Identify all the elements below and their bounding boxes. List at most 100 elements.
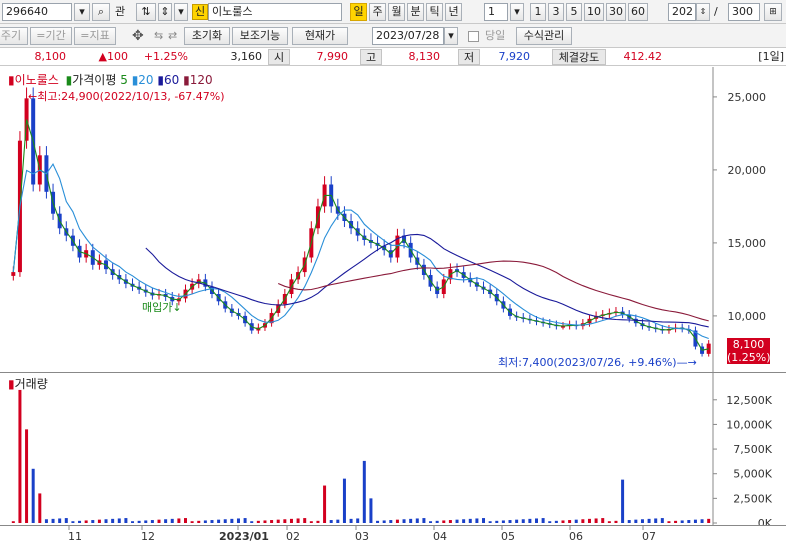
volume-bar: [541, 518, 545, 523]
volume-bar: [91, 520, 95, 523]
period-button-0[interactable]: 일: [350, 3, 367, 21]
period-button-2[interactable]: 월: [388, 3, 405, 21]
count-spinner-icon[interactable]: ⇕: [696, 3, 710, 21]
stock-name-field[interactable]: 이노룰스: [208, 3, 342, 21]
range-button[interactable]: =기간: [30, 27, 72, 45]
volume-bar: [660, 518, 664, 523]
legend-ma-120: 120: [189, 73, 213, 87]
high-label: 고: [360, 49, 382, 65]
code-dropdown-button[interactable]: ▾: [74, 3, 90, 21]
volume-bar: [336, 519, 340, 523]
date-tick-label: 12: [141, 530, 155, 543]
volume-bar: [329, 520, 333, 523]
minute-button-10[interactable]: 10: [584, 3, 604, 21]
minute-button-1[interactable]: 1: [530, 3, 546, 21]
volume-tick-label: 2,500K: [733, 492, 772, 505]
low-price: 7,920: [498, 50, 531, 63]
volume-bar: [607, 521, 611, 523]
crosshair-move-icon[interactable]: ✥: [132, 27, 144, 45]
volume-bar: [250, 521, 254, 523]
volume-bar: [627, 520, 631, 523]
volume-chart[interactable]: 12,500K 10,000K 7,500K 5,000K 2,500K 0K: [0, 373, 786, 530]
period-badge[interactable]: [1일]: [740, 49, 784, 65]
volume-bar: [296, 518, 300, 523]
price-chart[interactable]: 25,000 20,000 15,000 10,000: [0, 67, 786, 373]
volume-bar: [601, 518, 605, 523]
interval-input[interactable]: 1: [484, 3, 508, 21]
volume-bar: [482, 518, 486, 523]
volume-bar: [508, 520, 512, 523]
count-input[interactable]: 202: [668, 3, 696, 21]
interval-dropdown-icon[interactable]: ▾: [510, 3, 524, 21]
legend-marker-icon: ▮: [8, 73, 15, 87]
period-button-5[interactable]: 년: [445, 3, 462, 21]
date-input[interactable]: 2023/07/28: [372, 27, 444, 45]
minute-button-60[interactable]: 60: [628, 3, 648, 21]
cycle-button[interactable]: 주기: [0, 27, 28, 45]
current-price-button[interactable]: 현재가: [292, 27, 348, 45]
volume-bar: [581, 519, 585, 523]
volume-legend: ▮거래량: [8, 375, 48, 392]
minute-button-3[interactable]: 3: [548, 3, 564, 21]
volume-bar: [25, 429, 29, 523]
scroll-right-icon[interactable]: ⇄: [168, 27, 177, 45]
volume-bar: [548, 521, 552, 523]
volume-bar: [217, 519, 221, 523]
minute-button-30[interactable]: 30: [606, 3, 626, 21]
volume-bar: [256, 520, 260, 523]
volume-bar: [164, 519, 168, 523]
volume-bar: [554, 520, 558, 523]
date-dropdown-icon[interactable]: ▾: [444, 27, 458, 45]
strength-label: 체결강도: [552, 49, 606, 65]
volume-bar: [561, 520, 565, 523]
formula-manager-button[interactable]: 수식관리: [516, 27, 572, 45]
volume-bar: [31, 468, 35, 523]
volume-bar: [528, 518, 532, 523]
aux-function-button[interactable]: 보조기능: [232, 27, 288, 45]
volume-bar: [488, 521, 492, 523]
volume-bar: [654, 518, 658, 523]
volume-bar: [468, 518, 472, 523]
volume-bar: [475, 518, 479, 523]
search-icon[interactable]: ⌕: [92, 3, 110, 21]
volume-bar: [349, 518, 353, 523]
shuffle-icon[interactable]: ⇅: [136, 3, 156, 21]
volume-tick-label: 5,000K: [733, 468, 772, 481]
top-toolbar: 296640 ▾ ⌕ 관 ⇅ ⇕ ▾ 신 이노룰스 일주월분틱년 1 ▾ 135…: [0, 0, 786, 24]
chart-toolbar: 주기 =기간 =지표 ✥ ⇆ ⇄ 초기화 보조기능 현재가 2023/07/28…: [0, 24, 786, 48]
volume-bar: [117, 518, 121, 523]
spin-arrows-icon[interactable]: ⇕: [158, 3, 172, 21]
volume-bar: [455, 519, 459, 523]
stock-code-input[interactable]: 296640: [2, 3, 72, 21]
minute-button-5[interactable]: 5: [566, 3, 582, 21]
count-separator: /: [714, 5, 718, 18]
period-button-4[interactable]: 틱: [426, 3, 443, 21]
legend-ma-5: 5: [120, 73, 128, 87]
volume-bar: [303, 518, 307, 523]
volume-bar: [111, 518, 115, 523]
volume-bar: [515, 519, 519, 523]
indicator-button[interactable]: =지표: [74, 27, 116, 45]
period-button-1[interactable]: 주: [369, 3, 386, 21]
price-chart-panel[interactable]: 25,000 20,000 15,000 10,000 ▮이노룰스 ▮가격이평 5 ▮…: [0, 67, 786, 373]
volume-bar: [58, 518, 62, 523]
reset-button[interactable]: 초기화: [184, 27, 230, 45]
date-tick-label: 04: [433, 530, 447, 543]
scroll-left-icon[interactable]: ⇆: [154, 27, 163, 45]
today-checkbox[interactable]: [468, 31, 479, 42]
volume-bar: [144, 520, 148, 523]
list-dropdown-icon[interactable]: ▾: [174, 3, 188, 21]
gwan-label[interactable]: 관: [115, 3, 125, 21]
period-button-3[interactable]: 분: [407, 3, 424, 21]
today-label: 당일: [485, 29, 506, 42]
grid-settings-icon[interactable]: ⊞: [764, 3, 782, 21]
volume-bar: [587, 518, 591, 523]
date-tick-label: 02: [286, 530, 300, 543]
volume-bar: [223, 519, 227, 523]
volume-bar: [369, 498, 373, 523]
volume-bar: [707, 518, 711, 523]
volume-chart-panel[interactable]: 12,500K 10,000K 7,500K 5,000K 2,500K 0K ▮거래량: [0, 373, 786, 530]
volume-bar: [203, 520, 207, 523]
current-price: 8,100: [34, 50, 67, 63]
total-input[interactable]: 300: [728, 3, 760, 21]
